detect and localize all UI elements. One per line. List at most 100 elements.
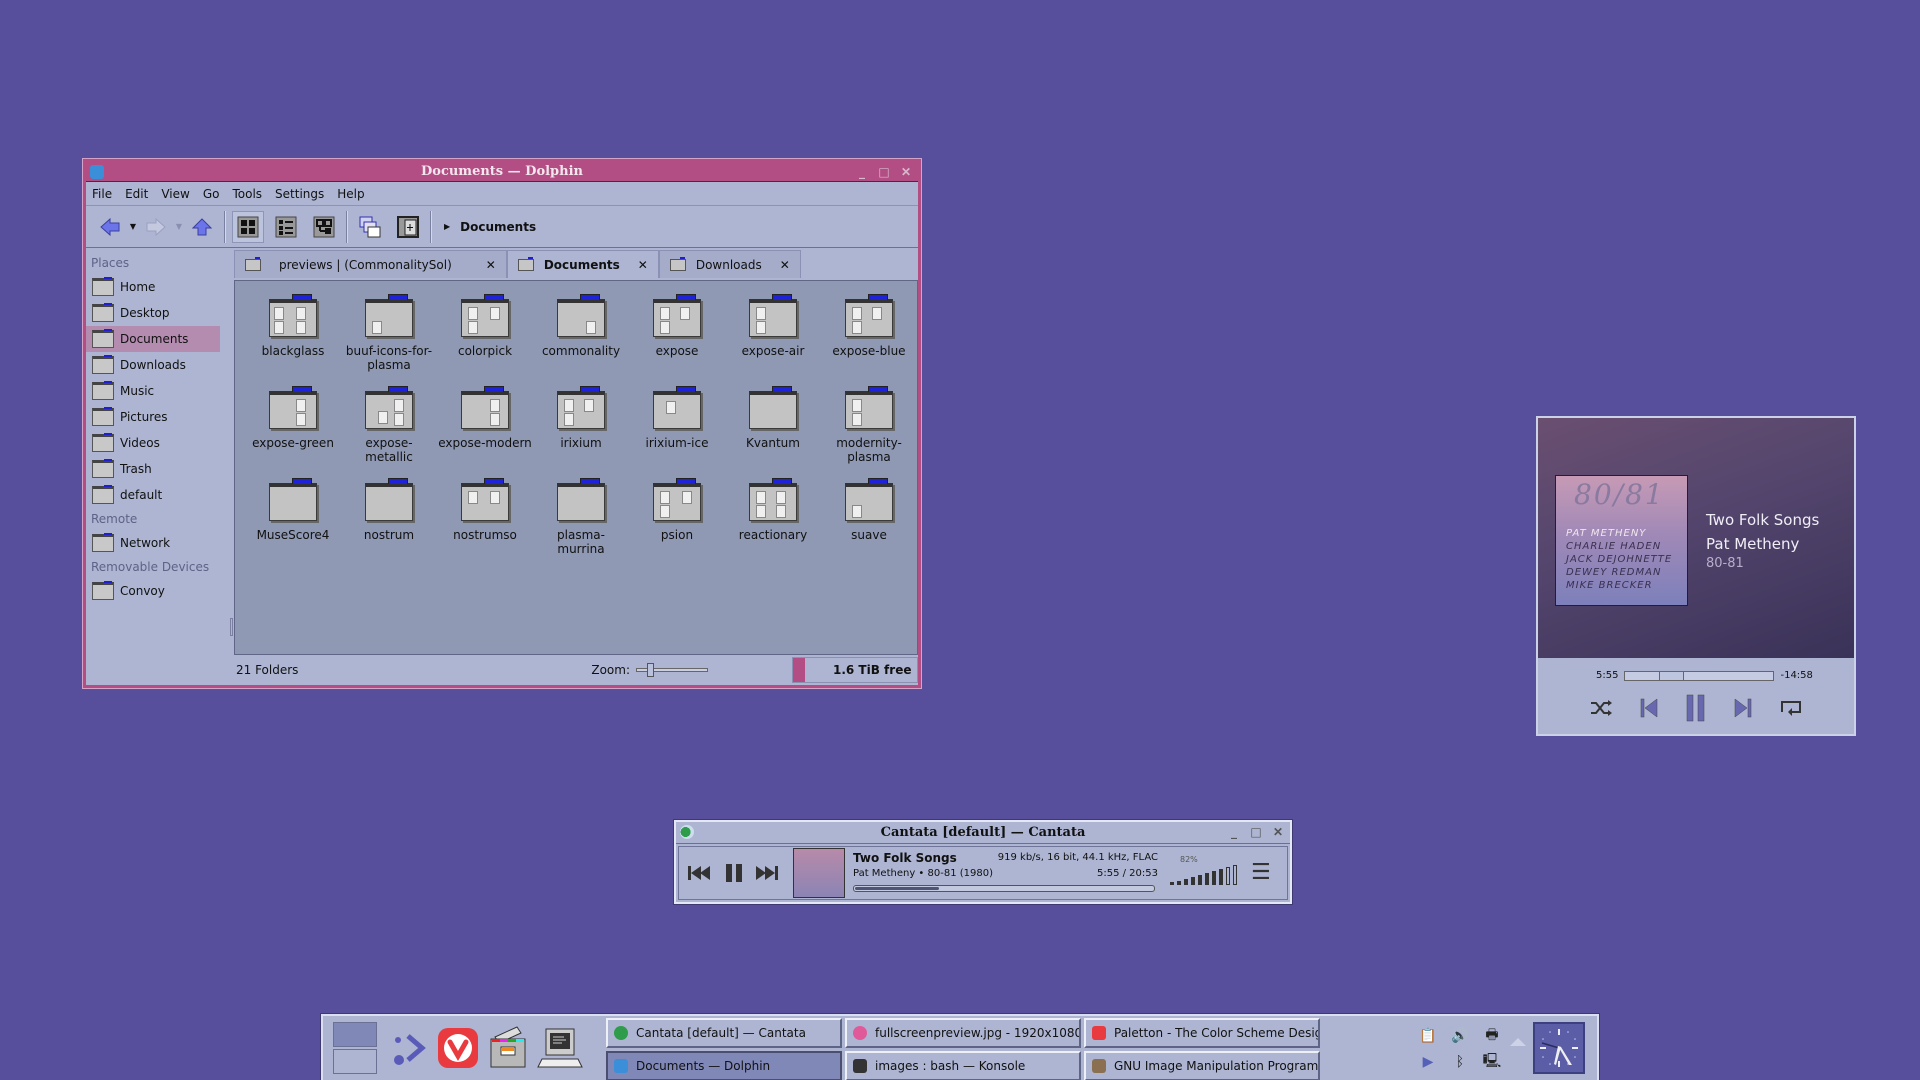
tray-expand-arrow-icon[interactable] (1510, 1038, 1526, 1046)
minimize-button[interactable]: _ (854, 164, 870, 180)
folder-item[interactable]: expose-metallic (341, 383, 437, 467)
zoom-slider[interactable] (636, 663, 708, 677)
folder-item[interactable]: expose-blue (821, 291, 917, 375)
sidebar-item-desktop[interactable]: Desktop (86, 300, 226, 326)
task-button[interactable]: fullscreenpreview.jpg - 1920x1080 ... (845, 1018, 1081, 1048)
pause-icon[interactable] (1685, 694, 1707, 722)
folder-item[interactable]: psion (629, 475, 725, 559)
task-button[interactable]: Documents — Dolphin (606, 1051, 842, 1080)
folder-item[interactable]: nostrumso (437, 475, 533, 559)
free-space-indicator[interactable]: 1.6 TiB free (792, 657, 918, 683)
folder-item[interactable]: expose (629, 291, 725, 375)
close-tab-icon[interactable]: ✕ (780, 258, 790, 272)
compact-view-button[interactable] (308, 211, 340, 243)
desktop-1[interactable] (333, 1022, 377, 1047)
pause-button[interactable] (717, 853, 751, 893)
folder-item[interactable]: colorpick (437, 291, 533, 375)
file-manager-launcher[interactable] (483, 1022, 533, 1074)
folder-item[interactable]: reactionary (725, 475, 821, 559)
cantata-app-icon[interactable] (680, 825, 694, 839)
close-button[interactable]: ✕ (898, 164, 914, 180)
media-play-icon[interactable]: ▶ (1413, 1050, 1443, 1074)
folder-item[interactable]: expose-air (725, 291, 821, 375)
usb-device-icon[interactable]: 🖶 (1477, 1024, 1507, 1048)
zoom-slider-handle[interactable] (647, 663, 654, 677)
task-button[interactable]: images : bash — Konsole (845, 1051, 1081, 1080)
close-tab-icon[interactable]: ✕ (486, 258, 496, 272)
previous-button[interactable] (683, 853, 717, 893)
sidebar-item-default[interactable]: default (86, 482, 226, 508)
back-button[interactable] (94, 211, 126, 243)
breadcrumb-current[interactable]: Documents (460, 220, 536, 234)
task-button[interactable]: Cantata [default] — Cantata (606, 1018, 842, 1048)
konsole-launcher[interactable] (535, 1022, 585, 1074)
folder-item[interactable]: expose-green (245, 383, 341, 467)
repeat-icon[interactable] (1779, 698, 1803, 718)
menu-go[interactable]: Go (203, 187, 220, 201)
menu-tools[interactable]: Tools (232, 187, 262, 201)
sidebar-item-music[interactable]: Music (86, 378, 226, 404)
shuffle-icon[interactable] (1589, 698, 1613, 718)
sidebar-item-convoy[interactable]: Convoy (86, 578, 226, 604)
maximize-button[interactable]: □ (1248, 824, 1264, 840)
folder-item[interactable]: nostrum (341, 475, 437, 559)
folder-item[interactable]: expose-modern (437, 383, 533, 467)
track-progress-bar[interactable] (853, 885, 1155, 892)
forward-history-dropdown[interactable]: ▼ (172, 211, 186, 243)
clipboard-icon[interactable]: 📋 (1413, 1024, 1443, 1048)
album-cover-thumbnail[interactable] (793, 848, 845, 898)
folder-item[interactable]: blackglass (245, 291, 341, 375)
folder-item[interactable]: MuseScore4 (245, 475, 341, 559)
preview-panel-button[interactable] (392, 211, 424, 243)
bluetooth-icon[interactable]: ᛒ (1445, 1050, 1475, 1074)
folder-item[interactable]: commonality (533, 291, 629, 375)
next-button[interactable] (751, 853, 785, 893)
details-view-button[interactable] (270, 211, 302, 243)
desktop-2[interactable] (333, 1049, 377, 1074)
menu-help[interactable]: Help (337, 187, 364, 201)
folder-item[interactable]: modernity-plasma (821, 383, 917, 467)
sidebar-item-network[interactable]: Network (86, 530, 226, 556)
task-button[interactable]: Paletton - The Color Scheme Desig... (1084, 1018, 1320, 1048)
back-history-dropdown[interactable]: ▼ (126, 211, 140, 243)
seek-slider[interactable] (1624, 670, 1775, 681)
folder-item[interactable]: Kvantum (725, 383, 821, 467)
tab-2[interactable]: Downloads ✕ (658, 250, 801, 278)
file-view[interactable]: blackglass buuf-icons-for-plasma colorpick… (234, 280, 918, 655)
volume-icon[interactable]: 🔊 (1445, 1024, 1475, 1048)
network-icon[interactable]: 🖳 (1477, 1050, 1507, 1074)
dolphin-app-icon[interactable] (90, 165, 104, 179)
folder-item[interactable]: plasma-murrina (533, 475, 629, 559)
folder-item[interactable]: irixium (533, 383, 629, 467)
places-scrollbar[interactable] (230, 618, 233, 636)
sidebar-item-pictures[interactable]: Pictures (86, 404, 226, 430)
sidebar-item-trash[interactable]: Trash (86, 456, 226, 482)
folder-item[interactable]: irixium-ice (629, 383, 725, 467)
sidebar-item-videos[interactable]: Videos (86, 430, 226, 456)
close-tab-icon[interactable]: ✕ (638, 258, 648, 272)
hamburger-menu-icon[interactable]: ☰ (1251, 862, 1271, 884)
seek-handle[interactable] (1658, 671, 1684, 680)
folder-item[interactable]: suave (821, 475, 917, 559)
task-button[interactable]: GNU Image Manipulation Program (1084, 1051, 1320, 1080)
folder-item[interactable]: buuf-icons-for-plasma (341, 291, 437, 375)
volume-control[interactable]: 82% (1170, 855, 1237, 885)
forward-button[interactable] (140, 211, 172, 243)
sidebar-item-home[interactable]: Home (86, 274, 226, 300)
menu-settings[interactable]: Settings (275, 187, 324, 201)
previous-track-icon[interactable] (1639, 697, 1659, 719)
split-view-button[interactable] (354, 211, 386, 243)
analog-clock[interactable] (1533, 1022, 1585, 1074)
minimize-button[interactable]: _ (1226, 824, 1242, 840)
next-track-icon[interactable] (1733, 697, 1753, 719)
up-button[interactable] (186, 211, 218, 243)
sidebar-item-downloads[interactable]: Downloads (86, 352, 226, 378)
breadcrumb[interactable]: ▶ Documents (444, 220, 536, 234)
cantata-titlebar[interactable]: Cantata [default] — Cantata _ □ ✕ (676, 822, 1290, 844)
menu-edit[interactable]: Edit (125, 187, 148, 201)
maximize-button[interactable]: □ (876, 164, 892, 180)
icons-view-button[interactable] (232, 210, 264, 243)
menu-file[interactable]: File (92, 187, 112, 201)
kde-connect-launcher[interactable] (385, 1022, 435, 1074)
close-button[interactable]: ✕ (1270, 824, 1286, 840)
